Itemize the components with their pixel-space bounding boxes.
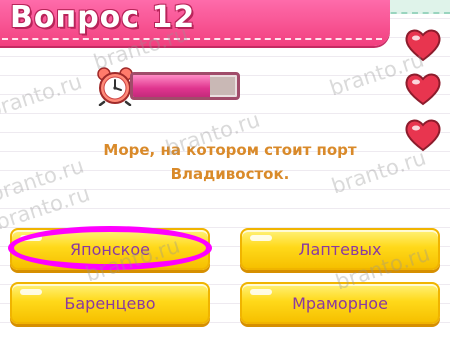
timer-progress-fill [133,75,210,97]
question-line-2: Владивосток. [170,165,290,183]
button-shine [20,235,42,241]
answer-label: Лаптевых [298,239,382,259]
heart-icon [405,73,441,106]
answer-label: Мраморное [292,293,388,313]
top-strip-decoration [380,0,450,14]
button-shine [250,289,272,295]
answer-label: Японское [70,239,150,259]
watermark: branto.ru [0,181,93,235]
question-number-title: Вопрос 12 [10,0,196,35]
answer-label: Баренцево [64,293,156,313]
answer-button-2[interactable]: Лаптевых [240,228,440,270]
answer-button-3[interactable]: Баренцево [10,282,210,324]
watermark: branto.ru [0,69,85,123]
question-text: Море, на котором стоит порт Владивосток. [40,138,420,186]
timer-progress-bar [130,72,240,100]
button-shine [20,289,42,295]
heart-icon [405,29,441,62]
button-shine [250,235,272,241]
answer-button-4[interactable]: Мраморное [240,282,440,324]
header-banner: Вопрос 12 [0,0,390,46]
alarm-clock-icon [97,67,133,106]
question-line-1: Море, на котором стоит порт [103,141,357,159]
answer-button-1[interactable]: Японское [10,228,210,270]
